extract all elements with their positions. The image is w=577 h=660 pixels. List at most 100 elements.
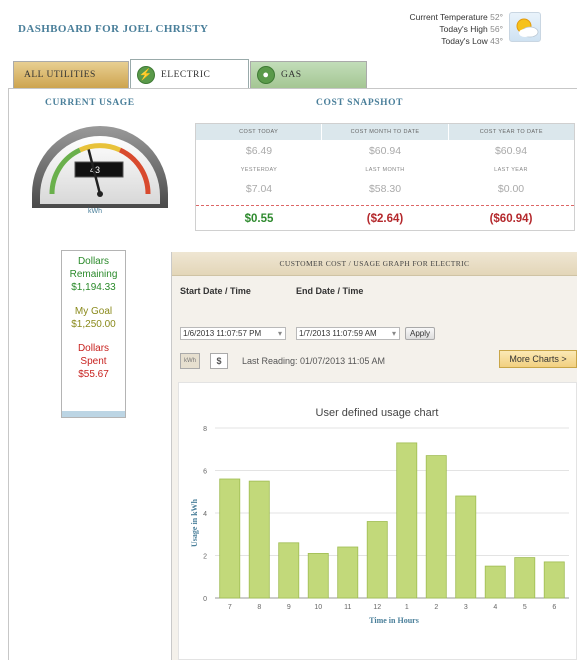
bar-8[interactable]: [248, 480, 270, 599]
tab-label: ALL UTILITIES: [24, 70, 96, 80]
snapshot-diff-value: $0.55: [244, 213, 274, 225]
high-value: 56°: [490, 24, 503, 34]
spent-label-line1: Dollars: [77, 343, 110, 354]
graph-panel: CUSTOMER COST / USAGE GRAPH FOR ELECTRIC…: [171, 252, 577, 660]
x-tick-label: 12: [373, 604, 381, 611]
snapshot-current-value: $60.94: [368, 145, 402, 157]
y-axis-label: Usage in kWh: [190, 498, 199, 547]
snapshot-header-row: COST TODAY COST MONTH TO DATE COST YEAR …: [196, 124, 574, 140]
usage-chart: User defined usage chart 7 8 9 10 11 12 1 2 3 4 5 6…: [190, 407, 569, 625]
apply-button[interactable]: Apply: [405, 327, 435, 340]
end-date-label: End Date / Time: [296, 286, 364, 296]
current-usage-title: CURRENT USAGE: [45, 98, 135, 108]
x-tick-label: 1: [405, 604, 409, 611]
bar-3[interactable]: [455, 495, 477, 599]
bar-11[interactable]: [337, 546, 359, 599]
snapshot-current-row: $6.49 $60.94 $60.94: [196, 140, 574, 162]
bar-9[interactable]: [278, 542, 300, 599]
chart-container: User defined usage chart 7 8 9 10 11 12 1 2 3 4 5 6…: [178, 382, 577, 660]
snapshot-header: COST YEAR TO DATE: [479, 129, 543, 135]
snapshot-previous-value: $58.30: [368, 183, 402, 195]
start-date-label: Start Date / Time: [180, 286, 251, 296]
bar-12[interactable]: [366, 521, 388, 599]
more-charts-button[interactable]: More Charts >: [499, 350, 577, 368]
y-tick-label: 4: [203, 511, 207, 518]
start-date-value: 1/6/2013 11:07:57 PM: [183, 329, 262, 338]
x-tick-label: 3: [464, 604, 468, 611]
graph-panel-body: Start Date / Time 1/6/2013 11:07:57 PM ▾…: [172, 276, 577, 660]
tab-label: ELECTRIC: [161, 69, 211, 80]
partly-sunny-icon: [509, 12, 541, 42]
page-title: DASHBOARD FOR JOEL CHRISTY: [18, 23, 209, 35]
flame-icon: ●: [257, 66, 275, 84]
snapshot-sublabel: LAST YEAR: [494, 167, 528, 173]
calendar-dropdown-icon[interactable]: ▾: [278, 328, 282, 339]
goal-label: My Goal: [74, 306, 113, 317]
x-tick-label: 5: [523, 604, 527, 611]
high-label: Today's High: [439, 24, 488, 34]
x-tick-label: 9: [287, 604, 291, 611]
x-tick-label: 7: [228, 604, 232, 611]
cost-snapshot-title: COST SNAPSHOT: [316, 98, 404, 108]
y-tick-label: 0: [203, 596, 207, 603]
budget-panel: Dollars Remaining $1,194.33 My Goal $1,2…: [61, 250, 126, 418]
snapshot-sublabel: YESTERDAY: [240, 167, 278, 173]
snapshot-header: COST TODAY: [196, 124, 323, 140]
spent-value: $55.67: [78, 369, 109, 380]
y-tick-label: 2: [203, 554, 207, 561]
budget-progress-bar: [62, 411, 125, 417]
tab-gas[interactable]: ● GAS: [250, 61, 367, 88]
snapshot-current-value: $60.94: [494, 145, 528, 157]
x-tick-label: 11: [344, 604, 351, 611]
x-tick-label: 4: [493, 604, 497, 611]
temp-value: 52°: [490, 12, 503, 22]
snapshot-sublabel-row: YESTERDAY LAST MONTH LAST YEAR: [196, 162, 574, 178]
bar-4[interactable]: [484, 565, 506, 599]
start-date-input[interactable]: 1/6/2013 11:07:57 PM ▾: [180, 327, 286, 340]
spent-label-line2: Spent: [80, 356, 107, 367]
weather-summary: Current Temperature 52° Today's High 56°…: [409, 11, 503, 47]
y-tick-label: 8: [203, 426, 207, 433]
calendar-dropdown-icon[interactable]: ▾: [392, 328, 396, 339]
x-tick-label: 6: [552, 604, 556, 611]
lightning-icon: ⚡: [137, 65, 155, 84]
temp-label: Current Temperature: [409, 12, 488, 22]
bar-1[interactable]: [396, 442, 418, 599]
snapshot-previous-row: $7.04 $58.30 $0.00: [196, 178, 574, 200]
bar-5[interactable]: [514, 557, 536, 599]
chart-title: User defined usage chart: [316, 407, 439, 419]
snapshot-diff-value: ($60.94): [489, 213, 533, 225]
tab-label: GAS: [281, 70, 302, 80]
low-label: Today's Low: [441, 36, 488, 46]
bar-7[interactable]: [219, 478, 241, 599]
bar-2[interactable]: [425, 455, 447, 599]
end-date-value: 1/7/2013 11:07:59 AM: [299, 329, 377, 338]
usage-gauge: 43: [32, 126, 168, 208]
snapshot-diff-value: ($2.64): [366, 213, 404, 225]
gauge-unit: kWh: [88, 208, 102, 215]
x-tick-label: 2: [434, 604, 438, 611]
graph-panel-title: CUSTOMER COST / USAGE GRAPH FOR ELECTRIC: [172, 252, 577, 276]
remaining-label-line1: Dollars: [77, 256, 110, 267]
y-tick-label: 6: [203, 469, 207, 476]
snapshot-previous-value: $7.04: [245, 183, 273, 195]
tab-electric[interactable]: ⚡ ELECTRIC: [130, 59, 249, 89]
tab-all-utilities[interactable]: ALL UTILITIES: [13, 61, 129, 88]
dollar-toggle-button[interactable]: $: [210, 353, 228, 369]
x-axis-label: Time in Hours: [369, 616, 419, 625]
remaining-label-line2: Remaining: [69, 269, 118, 280]
bar-6[interactable]: [543, 561, 565, 599]
snapshot-diff-row: $0.55 ($2.64) ($60.94): [196, 205, 574, 232]
snapshot-previous-value: $0.00: [497, 183, 525, 195]
x-tick-label: 8: [257, 604, 261, 611]
end-date-input[interactable]: 1/7/2013 11:07:59 AM ▾: [296, 327, 400, 340]
cost-snapshot-table: COST TODAY COST MONTH TO DATE COST YEAR …: [195, 123, 575, 231]
snapshot-sublabel: LAST MONTH: [365, 167, 405, 173]
snapshot-header: COST MONTH TO DATE: [322, 124, 449, 140]
bar-10[interactable]: [307, 552, 329, 599]
remaining-value: $1,194.33: [71, 282, 116, 293]
goal-value: $1,250.00: [71, 319, 116, 330]
x-tick-label: 10: [314, 604, 322, 611]
last-reading: Last Reading: 01/07/2013 11:05 AM: [242, 356, 385, 366]
kwh-toggle-button[interactable]: kWh: [180, 353, 200, 369]
